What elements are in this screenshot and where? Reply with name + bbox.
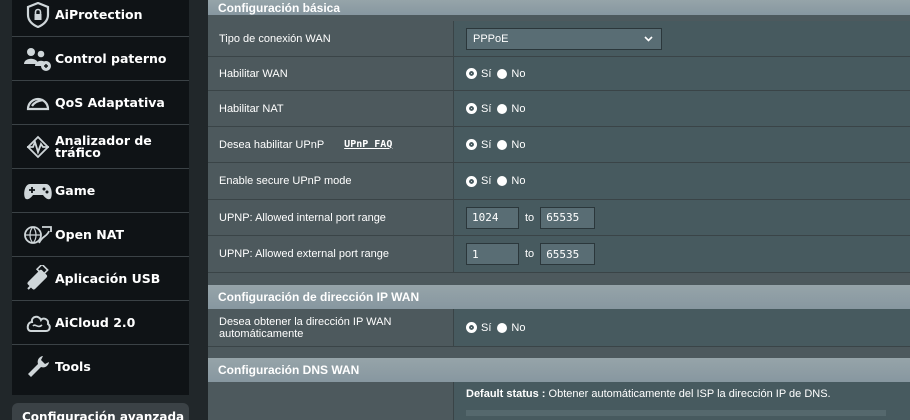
internal-port-to-input[interactable]: 65535 [540,206,596,229]
wan-type-label: Tipo de conexión WAN [208,21,454,56]
enable-nat-yes-radio[interactable] [466,103,477,114]
internal-port-from-input[interactable]: 1024 [466,206,519,229]
dns-option-bar [466,410,886,416]
row-auto-wan-ip: Desea obtener la dirección IP WAN automá… [208,309,910,347]
dns-default-status: Default status : Obtener automáticamente… [466,388,831,400]
sidebar-item-label: AiProtection [55,6,143,22]
upnp-no-radio[interactable] [497,139,508,150]
sidebar-item-label: Aplicación USB [55,270,161,286]
sidebar-menu: AiProtection Control paterno QoS Adaptat… [12,0,189,395]
sidebar-item-label: Analizador de tráfico [55,132,152,160]
sidebar-item-aiprotection[interactable]: AiProtection [12,0,189,37]
enable-wan-yes-radio[interactable] [466,68,477,79]
sidebar-item-game[interactable]: Game [12,169,189,213]
wan-type-select[interactable]: PPPoE [466,27,662,50]
enable-wan-label: Habilitar WAN [208,57,454,90]
upnp-yes-radio[interactable] [466,139,477,150]
upnp-faq-link[interactable]: UPnP FAQ [344,139,392,151]
open-nat-icon [21,220,55,250]
secure-upnp-yes-radio[interactable] [466,175,477,187]
main-panel: Configuración básica Tipo de conexión WA… [208,0,910,420]
external-port-to-input[interactable]: 65535 [540,243,596,265]
enable-wan-no-radio[interactable] [497,68,508,79]
row-enable-wan: Habilitar WAN Sí No [208,57,910,91]
sidebar: AiProtection Control paterno QoS Adaptat… [0,0,197,420]
section-basic-title: Configuración básica [208,0,910,15]
gamepad-icon [21,176,55,206]
sidebar-item-usb[interactable]: Aplicación USB [12,257,189,301]
row-enable-nat: Habilitar NAT Sí No [208,91,910,127]
advanced-settings-header: Configuración avanzada [12,403,189,420]
external-range-label: UPNP: Allowed external port range [208,236,454,272]
secure-upnp-no-radio[interactable] [497,176,508,186]
sidebar-item-traffic-analyzer[interactable]: Analizador de tráfico [12,125,189,169]
wrench-icon [21,352,55,382]
row-internal-port-range: UPNP: Allowed internal port range 1024 t… [208,200,910,236]
row-dns-default-status: Default status : Obtener automáticamente… [208,382,910,420]
sidebar-item-aicloud[interactable]: AiCloud 2.0 [12,301,189,345]
enable-nat-label: Habilitar NAT [208,91,454,126]
auto-wan-ip-yes-radio[interactable] [466,322,477,333]
row-external-port-range: UPNP: Allowed external port range 1 to 6… [208,236,910,273]
sidebar-item-qos[interactable]: QoS Adaptativa [12,81,189,125]
auto-wan-ip-no-radio[interactable] [497,322,508,333]
sidebar-item-tools[interactable]: Tools [12,345,189,389]
sidebar-item-label: Open NAT [55,226,124,242]
sidebar-item-label: Tools [55,359,91,374]
row-upnp: Desea habilitar UPnP UPnP FAQ Sí No [208,127,910,163]
row-secure-upnp: Enable secure UPnP mode Sí No [208,163,910,200]
family-icon [21,44,55,74]
sidebar-item-label: Control paterno [55,50,167,66]
chevron-down-icon [644,33,653,45]
sidebar-item-label: QoS Adaptativa [55,94,165,110]
upnp-label: Desea habilitar UPnP [219,138,325,151]
sidebar-item-control-paterno[interactable]: Control paterno [12,37,189,81]
auto-wan-ip-label: Desea obtener la dirección IP WAN automá… [208,309,454,346]
internal-range-label: UPNP: Allowed internal port range [208,200,454,235]
cloud-icon [21,308,55,338]
sidebar-item-label: AiCloud 2.0 [55,314,136,330]
external-port-from-input[interactable]: 1 [466,243,519,265]
speedometer-icon [21,88,55,118]
usb-icon [21,264,55,294]
traffic-analyzer-icon [21,132,55,162]
sidebar-item-open-nat[interactable]: Open NAT [12,213,189,257]
section-wan-ip-title: Configuración de dirección IP WAN [208,285,910,309]
sidebar-item-label: Game [55,182,96,198]
enable-nat-no-radio[interactable] [497,103,508,114]
secure-upnp-label: Enable secure UPnP mode [208,163,454,199]
section-dns-title: Configuración DNS WAN [208,358,910,382]
row-wan-type: Tipo de conexión WAN PPPoE [208,21,910,57]
shield-lock-icon [21,0,55,30]
